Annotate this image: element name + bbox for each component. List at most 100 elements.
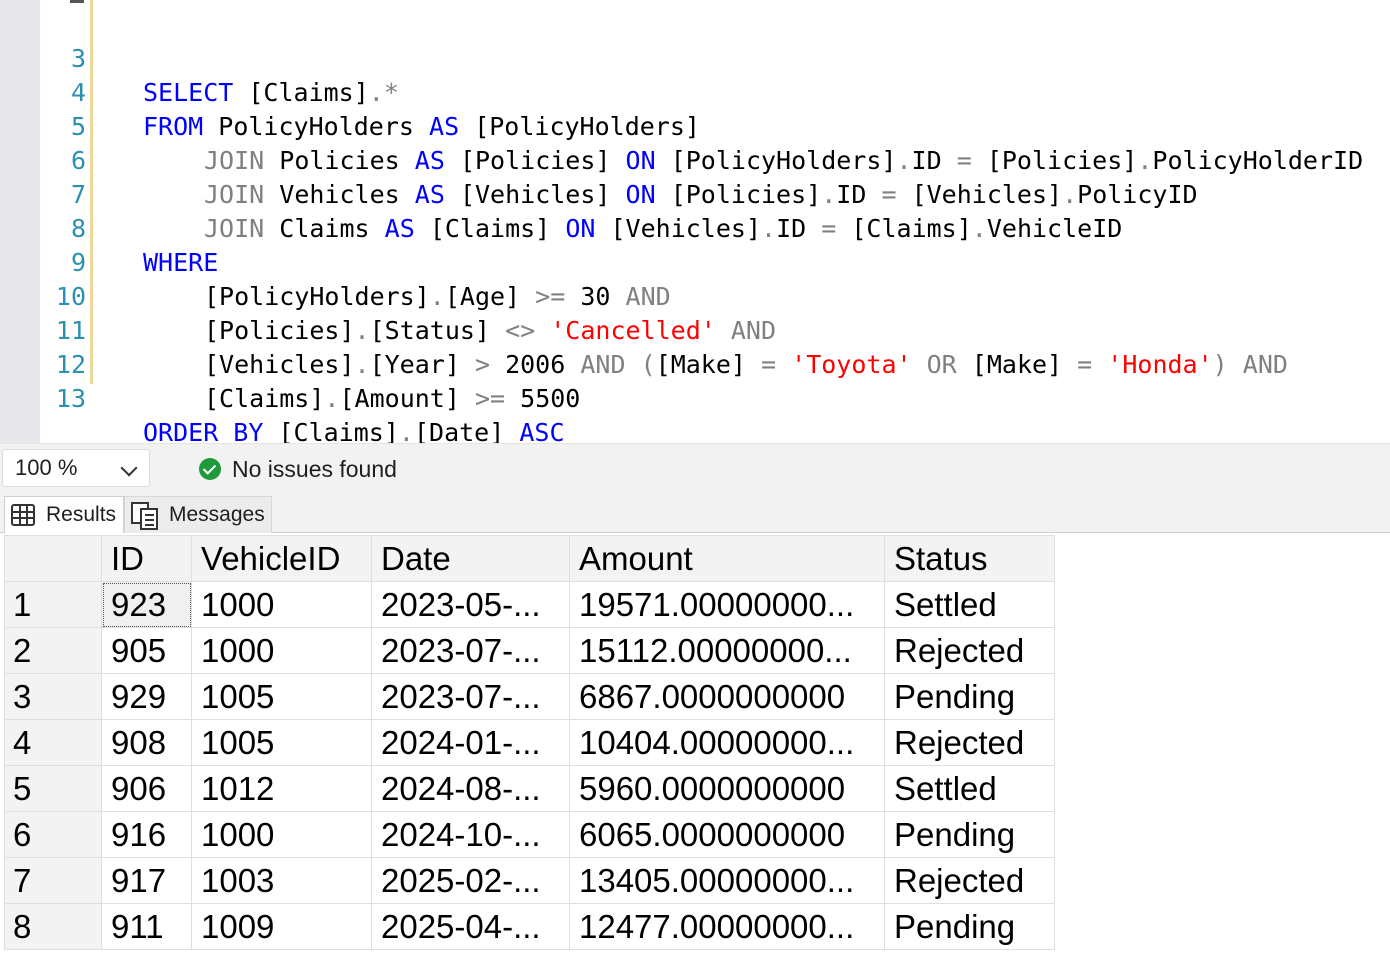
chevron-down-icon[interactable] — [120, 459, 138, 477]
check-circle-icon — [199, 458, 221, 480]
code-text: ORDER BY [Claims].[Date] ASC — [143, 416, 565, 443]
tab-messages[interactable]: Messages — [124, 496, 272, 533]
row-header[interactable]: 3 — [4, 673, 102, 720]
cell-amount[interactable]: 5960.0000000000 — [569, 765, 885, 812]
cell-id[interactable]: 917 — [101, 857, 192, 904]
code-line-4[interactable]: 4 FROM PolicyHolders AS [PolicyHolders] — [0, 42, 1390, 141]
row-header[interactable]: 2 — [4, 627, 102, 674]
tok-col: [Date] — [413, 418, 505, 443]
results-tab-strip: Results Messages — [0, 493, 1390, 533]
cell-id[interactable]: 916 — [101, 811, 192, 858]
table-row[interactable]: 3 929 1005 2023-07-... 6867.0000000000 P… — [4, 673, 1055, 720]
cell-status[interactable]: Rejected — [884, 857, 1055, 904]
column-header-amount[interactable]: Amount — [569, 535, 885, 582]
row-header[interactable]: 4 — [4, 719, 102, 766]
kw-order-by: ORDER BY — [143, 418, 264, 443]
code-line-13[interactable]: 13 ORDER BY [Claims].[Date] ASC — [0, 348, 1390, 443]
cell-status[interactable]: Pending — [884, 811, 1055, 858]
cell-vehicleid[interactable]: 1000 — [191, 627, 372, 674]
cell-vehicleid[interactable]: 1003 — [191, 857, 372, 904]
line-number: 13 — [55, 384, 86, 413]
tab-results[interactable]: Results — [4, 496, 124, 533]
tok-dot: . — [324, 384, 340, 413]
cell-vehicleid[interactable]: 1005 — [191, 719, 372, 766]
code-line-9[interactable]: 9 [PolicyHolders].[Age] >= 30 AND — [0, 212, 1390, 311]
code-text: [Claims].[Amount] >= 5500 — [143, 382, 580, 416]
column-header-date[interactable]: Date — [371, 535, 570, 582]
code-line-7[interactable]: 7 JOIN Claims AS [Claims] ON [Vehicles].… — [0, 144, 1390, 243]
messages-icon — [131, 500, 159, 530]
cell-vehicleid[interactable]: 1009 — [191, 903, 372, 950]
tok-number: 5500 — [520, 384, 581, 413]
table-row[interactable]: 1 923 1000 2023-05-... 19571.00000000...… — [4, 581, 1055, 628]
code-line-12[interactable]: 12 [Claims].[Amount] >= 5500 — [0, 314, 1390, 413]
table-row[interactable]: 8 911 1009 2025-04-... 12477.00000000...… — [4, 903, 1055, 950]
issues-text: No issues found — [232, 455, 397, 482]
cell-amount[interactable]: 6867.0000000000 — [569, 673, 885, 720]
cell-id[interactable]: 911 — [101, 903, 192, 950]
code-line-10[interactable]: 10 [Policies].[Status] <> 'Cancelled' AN… — [0, 246, 1390, 345]
cell-date[interactable]: 2024-10-... — [371, 811, 570, 858]
results-grid-panel: ID VehicleID Date Amount Status 1 923 10… — [0, 533, 1390, 960]
cell-status[interactable]: Rejected — [884, 627, 1055, 674]
cell-amount[interactable]: 6065.0000000000 — [569, 811, 885, 858]
row-header[interactable]: 5 — [4, 765, 102, 812]
table-row[interactable]: 2 905 1000 2023-07-... 15112.00000000...… — [4, 627, 1055, 674]
cell-date[interactable]: 2025-04-... — [371, 903, 570, 950]
cell-amount[interactable]: 10404.00000000... — [569, 719, 885, 766]
cell-date[interactable]: 2023-07-... — [371, 673, 570, 720]
cell-id[interactable]: 908 — [101, 719, 192, 766]
cell-status[interactable]: Pending — [884, 903, 1055, 950]
tok-col: [Amount] — [339, 384, 460, 413]
tok-ref: [Claims] — [278, 418, 399, 443]
table-row[interactable]: 5 906 1012 2024-08-... 5960.0000000000 S… — [4, 765, 1055, 812]
cell-id[interactable]: 906 — [101, 765, 192, 812]
row-header[interactable]: 8 — [4, 903, 102, 950]
code-line-11[interactable]: 11 [Vehicles].[Year] > 2006 AND ([Make] … — [0, 280, 1390, 379]
cell-amount[interactable]: 13405.00000000... — [569, 857, 885, 904]
cell-vehicleid[interactable]: 1000 — [191, 581, 372, 628]
editor-status-bar: 100 % No issues found — [0, 443, 1390, 493]
cell-vehicleid[interactable]: 1000 — [191, 811, 372, 858]
cell-id[interactable]: 929 — [101, 673, 192, 720]
code-line-6[interactable]: 6 JOIN Vehicles AS [Vehicles] ON [Polici… — [0, 110, 1390, 209]
tab-messages-label: Messages — [169, 503, 265, 526]
cell-date[interactable]: 2025-02-... — [371, 857, 570, 904]
tok-dot: . — [398, 418, 414, 443]
cell-date[interactable]: 2024-01-... — [371, 719, 570, 766]
row-header[interactable]: 7 — [4, 857, 102, 904]
cell-date[interactable]: 2023-05-... — [371, 581, 570, 628]
zoom-dropdown[interactable]: 100 % — [2, 449, 150, 487]
row-header[interactable]: 6 — [4, 811, 102, 858]
code-line-5[interactable]: 5 JOIN Policies AS [Policies] ON [Policy… — [0, 76, 1390, 175]
cell-amount[interactable]: 12477.00000000... — [569, 903, 885, 950]
grid-corner-cell[interactable] — [4, 535, 102, 582]
cell-status[interactable]: Settled — [884, 765, 1055, 812]
code-line-3[interactable]: 3 SELECT [Claims].* — [0, 8, 1390, 107]
cell-status[interactable]: Pending — [884, 673, 1055, 720]
kw-asc: ASC — [519, 418, 565, 443]
cell-amount[interactable]: 15112.00000000... — [569, 627, 885, 674]
issues-indicator[interactable]: No issues found — [199, 456, 397, 482]
column-header-id[interactable]: ID — [101, 535, 192, 582]
results-grid[interactable]: ID VehicleID Date Amount Status 1 923 10… — [4, 535, 1055, 950]
table-row[interactable]: 7 917 1003 2025-02-... 13405.00000000...… — [4, 857, 1055, 904]
cell-status[interactable]: Rejected — [884, 719, 1055, 766]
cell-status[interactable]: Settled — [884, 581, 1055, 628]
cell-vehicleid[interactable]: 1012 — [191, 765, 372, 812]
cell-id[interactable]: 905 — [101, 627, 192, 674]
column-header-vehicleid[interactable]: VehicleID — [191, 535, 372, 582]
cell-amount[interactable]: 19571.00000000... — [569, 581, 885, 628]
tab-results-label: Results — [46, 503, 117, 526]
column-header-status[interactable]: Status — [884, 535, 1055, 582]
table-row[interactable]: 6 916 1000 2024-10-... 6065.0000000000 P… — [4, 811, 1055, 858]
cell-date[interactable]: 2024-08-... — [371, 765, 570, 812]
table-row[interactable]: 4 908 1005 2024-01-... 10404.00000000...… — [4, 719, 1055, 766]
tok-ref: [Claims] — [204, 384, 325, 413]
query-editor[interactable]: 3 SELECT [Claims].* 4 FROM PolicyHolders… — [0, 0, 1390, 443]
row-header[interactable]: 1 — [4, 581, 102, 628]
code-line-8[interactable]: 8 WHERE — [0, 178, 1390, 277]
cell-vehicleid[interactable]: 1005 — [191, 673, 372, 720]
cell-date[interactable]: 2023-07-... — [371, 627, 570, 674]
cell-id[interactable]: 923 — [101, 581, 192, 628]
